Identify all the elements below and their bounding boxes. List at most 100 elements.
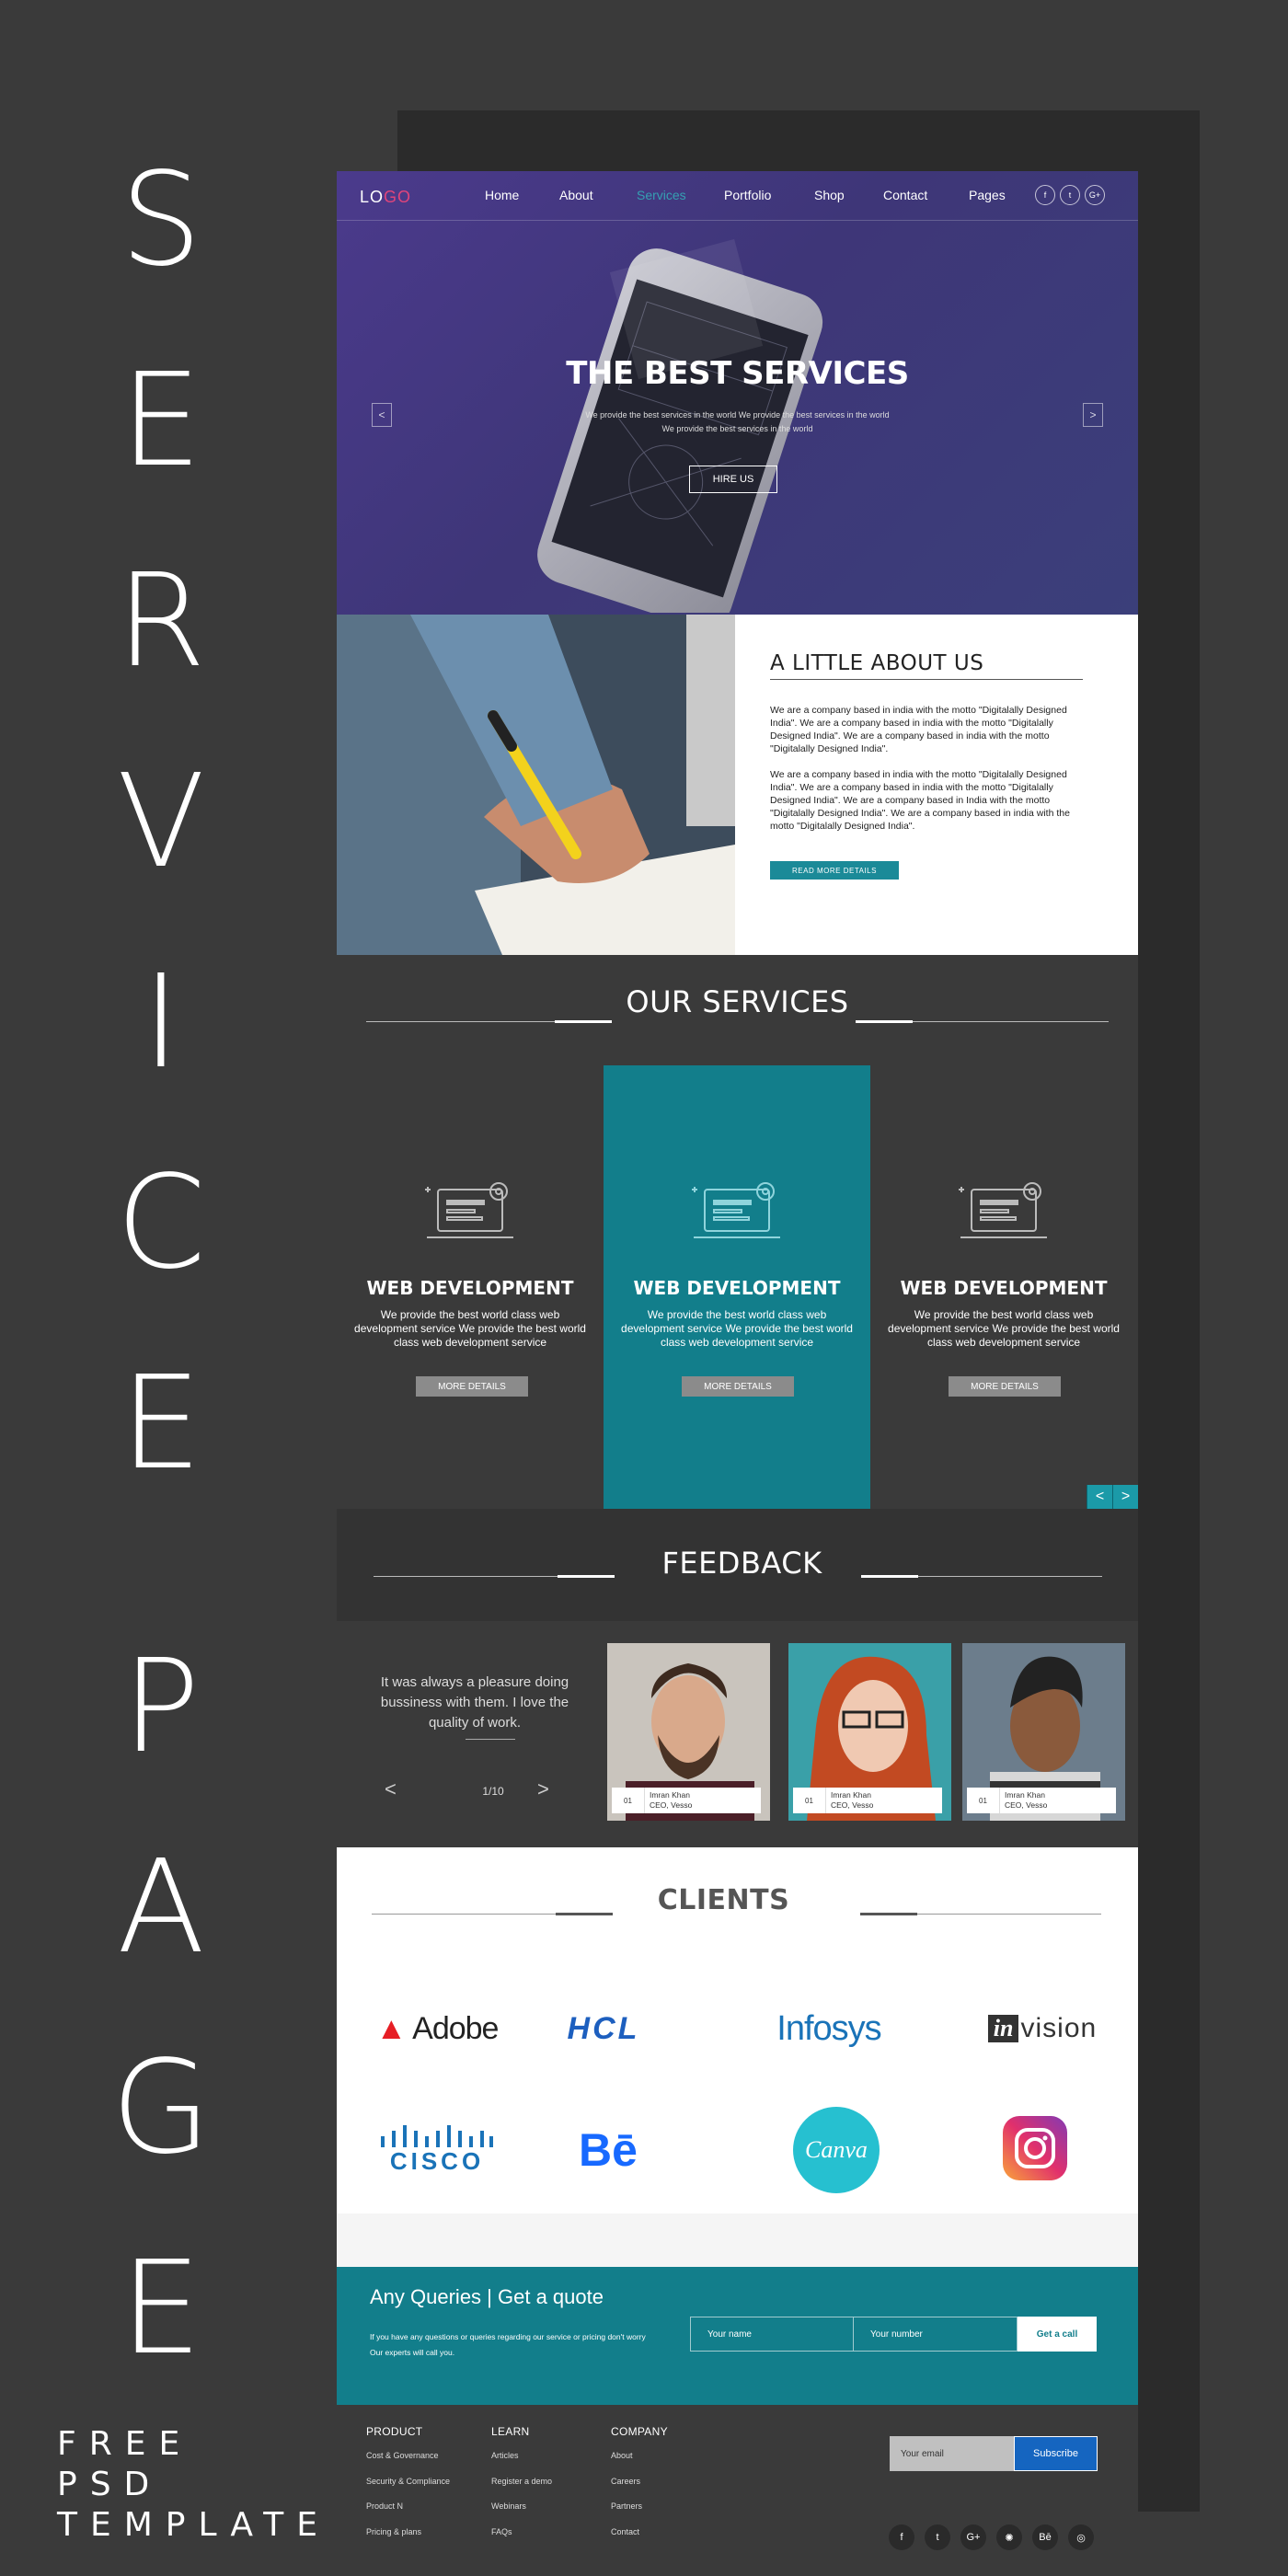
divider-accent [856, 1020, 913, 1023]
quote-line: Our experts will call you. [370, 2348, 455, 2357]
behance-icon[interactable]: Bē [1032, 2524, 1058, 2550]
services-carousel-arrows: < > [1087, 1485, 1138, 1509]
footer-link[interactable]: Careers [611, 2477, 668, 2502]
testimonial-next-icon[interactable]: > [537, 1777, 549, 1801]
footer-link[interactable]: Articles [491, 2451, 552, 2477]
hero-prev-arrow[interactable]: < [372, 403, 392, 427]
name-input[interactable]: Your name [690, 2317, 854, 2352]
card-name: Imran Khan [1005, 1790, 1045, 1800]
canva-logo[interactable]: Canva [793, 2107, 880, 2193]
subtitle-line: TEMPLATE [57, 2506, 330, 2544]
behance-logo[interactable]: Bē [558, 2118, 659, 2182]
instagram-logo[interactable] [1003, 2116, 1067, 2180]
clients-logos: ▲ Adobe HCL Infosys in vision CISCO Bē C… [337, 1960, 1138, 2214]
title-letter: P [121, 1632, 201, 1782]
divider-accent [555, 1020, 612, 1023]
instagram-icon[interactable]: ◎ [1068, 2524, 1094, 2550]
google-plus-icon[interactable]: G+ [960, 2524, 986, 2550]
feedback-heading-band: FEEDBACK [337, 1509, 1138, 1621]
laptop-gear-icon [959, 1182, 1047, 1238]
facebook-icon[interactable]: f [1035, 185, 1055, 205]
chevron-right-icon[interactable]: > [1112, 1485, 1138, 1509]
infosys-logo[interactable]: Infosys [751, 2006, 907, 2052]
hcl-logo[interactable]: HCL [530, 2006, 677, 2052]
title-letter: I [142, 948, 180, 1098]
invision-logo[interactable]: in vision [964, 2006, 1121, 2052]
nav-services[interactable]: Services [637, 188, 686, 202]
divider-accent [861, 1575, 918, 1578]
hero-next-arrow[interactable]: > [1083, 403, 1103, 427]
title-letter: C [116, 1148, 206, 1298]
testimonial-counter: 1/10 [482, 1785, 504, 1798]
read-more-button[interactable]: READ MORE DETAILS [770, 861, 899, 880]
nav-pages[interactable]: Pages [969, 188, 1006, 202]
footer: PRODUCT Cost & Governance Security & Com… [337, 2405, 1138, 2576]
testimonial-card[interactable]: 01 Imran Khan CEO, Vesso [607, 1643, 770, 1821]
email-input[interactable]: Your email [890, 2436, 1014, 2471]
card-caption: 01 Imran Khan CEO, Vesso [967, 1788, 1116, 1813]
twitter-icon[interactable]: t [1060, 185, 1080, 205]
testimonial-card[interactable]: 01 Imran Khan CEO, Vesso [962, 1643, 1125, 1821]
more-details-button[interactable]: MORE DETAILS [416, 1376, 528, 1397]
divider-line [366, 1021, 555, 1022]
footer-heading: PRODUCT [366, 2425, 423, 2438]
footer-column-learn: LEARN Articles Register a demo Webinars … [491, 2425, 552, 2552]
divider-line [913, 1021, 1109, 1022]
footer-link[interactable]: FAQs [491, 2527, 552, 2553]
get-a-call-button[interactable]: Get a call [1018, 2317, 1097, 2352]
footer-link[interactable]: Partners [611, 2501, 668, 2527]
footer-social: f t G+ ✺ Bē ◎ [889, 2524, 1094, 2550]
card-number: 01 [612, 1788, 645, 1813]
footer-link[interactable]: Security & Compliance [366, 2477, 450, 2502]
number-input[interactable]: Your number [854, 2317, 1018, 2352]
nav-home[interactable]: Home [485, 188, 519, 202]
divider-line [917, 1914, 1101, 1915]
about-section: A LITTLE ABOUT US We are a company based… [337, 615, 1138, 955]
adobe-icon: ▲ [375, 2010, 408, 2046]
more-details-button[interactable]: MORE DETAILS [949, 1376, 1061, 1397]
chevron-left-icon[interactable]: < [1087, 1485, 1112, 1509]
card-number: 01 [793, 1788, 826, 1813]
subscribe-button[interactable]: Subscribe [1014, 2436, 1098, 2471]
nav-about[interactable]: About [559, 188, 593, 202]
logo[interactable]: LOGO [360, 188, 411, 207]
nav-shop[interactable]: Shop [814, 188, 845, 202]
quote-text: If you have any questions or queries reg… [370, 2329, 646, 2361]
service-card: WEB DEVELOPMENT We provide the best worl… [870, 1065, 1137, 1509]
twitter-icon[interactable]: t [925, 2524, 950, 2550]
footer-link[interactable]: About [611, 2451, 668, 2477]
facebook-icon[interactable]: f [889, 2524, 914, 2550]
footer-link[interactable]: Product N [366, 2501, 450, 2527]
divider-accent [860, 1913, 917, 1915]
cisco-logo[interactable]: CISCO [368, 2118, 506, 2182]
footer-link[interactable]: Contact [611, 2527, 668, 2553]
nav-contact[interactable]: Contact [883, 188, 927, 202]
footer-link[interactable]: Pricing & plans [366, 2527, 450, 2553]
poster-subtitle: FREE PSD TEMPLATE [57, 2424, 330, 2546]
nav-portfolio[interactable]: Portfolio [724, 188, 771, 202]
more-details-button[interactable]: MORE DETAILS [682, 1376, 794, 1397]
footer-link[interactable]: Webinars [491, 2501, 552, 2527]
page-mockup: LOGO Home About Services Portfolio Shop … [337, 171, 1138, 2576]
google-plus-icon[interactable]: G+ [1085, 185, 1105, 205]
feedback-content: It was always a pleasure doing bussiness… [337, 1621, 1138, 1847]
service-card: WEB DEVELOPMENT We provide the best worl… [337, 1065, 604, 1509]
testimonial-quote: It was always a pleasure doing bussiness… [380, 1674, 569, 1731]
dribbble-icon[interactable]: ✺ [996, 2524, 1022, 2550]
testimonial-card[interactable]: 01 Imran Khan CEO, Vesso [788, 1643, 951, 1821]
adobe-logo[interactable]: ▲ Adobe [368, 2006, 506, 2052]
footer-link[interactable]: Cost & Governance [366, 2451, 450, 2477]
card-role: CEO, Vesso [1005, 1800, 1048, 1810]
services-grid: WEB DEVELOPMENT We provide the best worl… [337, 1065, 1138, 1509]
title-letter: V [117, 747, 205, 897]
footer-link[interactable]: Register a demo [491, 2477, 552, 2502]
cisco-bars-icon [381, 2124, 493, 2147]
service-title: WEB DEVELOPMENT [366, 1277, 574, 1299]
phone-illustration [537, 238, 823, 613]
card-role: CEO, Vesso [831, 1800, 874, 1810]
subtitle-line: FREE [57, 2425, 193, 2463]
hire-us-button[interactable]: HIRE US [689, 466, 777, 493]
testimonial-prev-icon[interactable]: < [385, 1777, 397, 1801]
service-title: WEB DEVELOPMENT [633, 1277, 841, 1299]
card-name: Imran Khan [650, 1790, 690, 1800]
